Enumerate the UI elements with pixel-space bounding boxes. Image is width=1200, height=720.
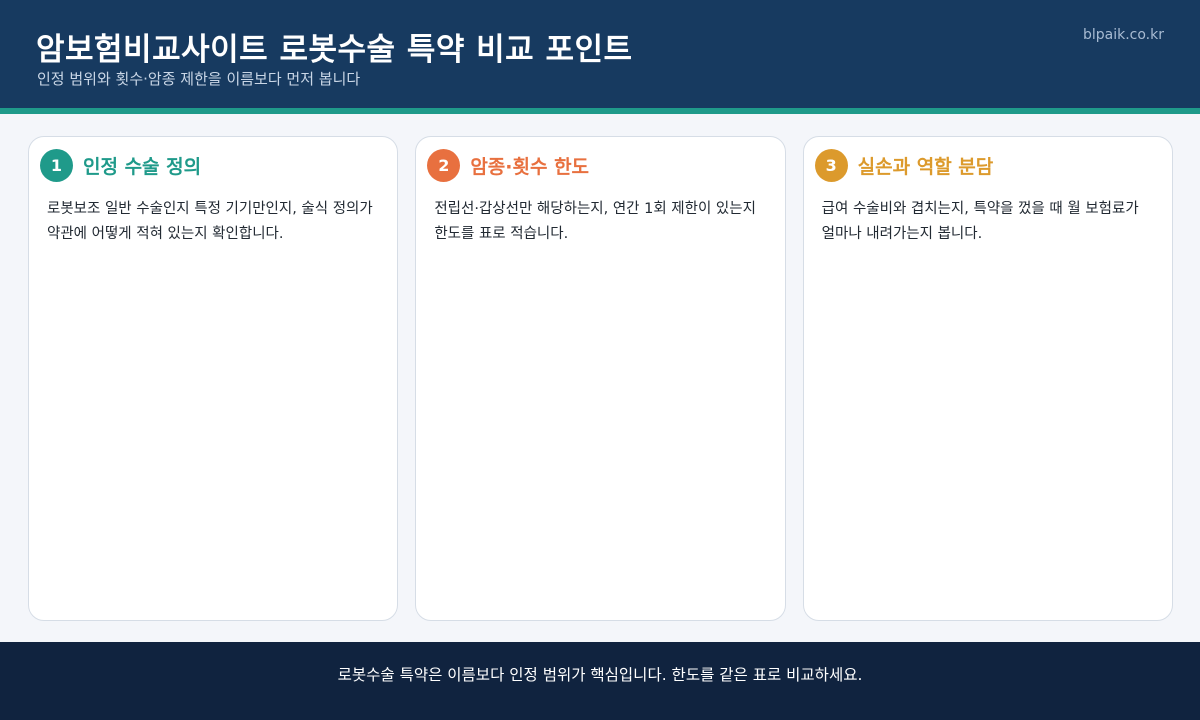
number-badge: 3	[814, 148, 848, 182]
card-header: 3 실손과 역할 분담	[814, 148, 994, 182]
page-title: 암보험비교사이트 로봇수술 특약 비교 포인트	[36, 32, 633, 68]
number-badge: 1	[40, 148, 73, 182]
card-header: 2 암종·횟수 한도	[427, 148, 589, 182]
card-title: 암종·횟수 한도	[470, 155, 590, 178]
footer-message: 로봇수술 특약은 이름보다 인정 범위가 핵심입니다. 한도를 같은 표로 비교…	[337, 666, 863, 684]
card-body: 급여 수술비와 겹치는지, 특약을 껐을 때 월 보험료가 얼마나 내려가는지 …	[821, 201, 1139, 242]
card-title: 인정 수술 정의	[83, 155, 202, 178]
header-accent-stripe	[0, 108, 1200, 114]
card-title: 실손과 역할 분담	[857, 155, 994, 178]
card-row: 1 인정 수술 정의 로봇보조 일반 수술인지 특정 기기만인지, 술식 정의가…	[28, 136, 1173, 621]
header-bar: 암보험비교사이트 로봇수술 특약 비교 포인트 인정 범위와 횟수·암종 제한을…	[0, 0, 1200, 108]
card-indemnity-role: 3 실손과 역할 분담 급여 수술비와 겹치는지, 특약을 껐을 때 월 보험료…	[802, 136, 1173, 621]
number-badge: 2	[427, 148, 461, 182]
card-surgery-definition: 1 인정 수술 정의 로봇보조 일반 수술인지 특정 기기만인지, 술식 정의가…	[28, 136, 399, 621]
page-subtitle: 인정 범위와 횟수·암종 제한을 이름보다 먼저 봅니다	[37, 70, 361, 88]
card-cancer-limit: 2 암종·횟수 한도 전립선·갑상선만 해당하는지, 연간 1회 제한이 있는지…	[415, 136, 786, 621]
card-body: 로봇보조 일반 수술인지 특정 기기만인지, 술식 정의가 약관에 어떻게 적혀…	[47, 201, 373, 242]
card-header: 1 인정 수술 정의	[40, 148, 201, 182]
footer-bar: 로봇수술 특약은 이름보다 인정 범위가 핵심입니다. 한도를 같은 표로 비교…	[0, 642, 1200, 720]
card-body: 전립선·갑상선만 해당하는지, 연간 1회 제한이 있는지 한도를 표로 적습니…	[434, 201, 756, 242]
site-domain: blpaik.co.kr	[1082, 27, 1164, 43]
